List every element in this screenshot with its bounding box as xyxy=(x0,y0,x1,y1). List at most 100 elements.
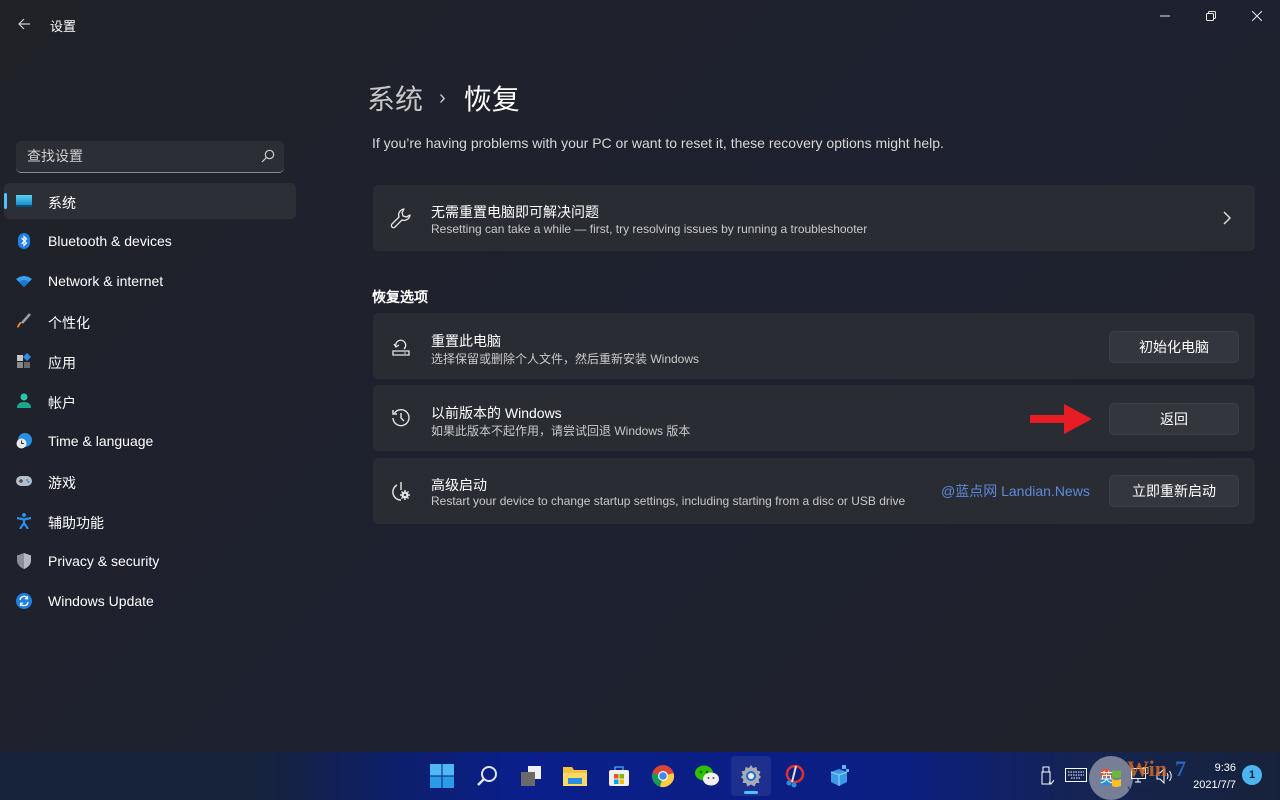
minimize-icon xyxy=(1160,15,1170,17)
bluetooth-icon xyxy=(18,233,30,249)
time-language-icon xyxy=(16,433,32,449)
svg-text:7: 7 xyxy=(1175,756,1186,781)
folder-icon xyxy=(563,767,587,786)
task-view-icon xyxy=(521,766,541,786)
taskbar-microsoft-store[interactable] xyxy=(599,756,639,796)
minimize-button[interactable] xyxy=(1142,0,1188,32)
clock-date: 2021/7/7 xyxy=(1193,779,1236,791)
troubleshoot-card[interactable]: 无需重置电脑即可解决问题 Resetting can take a while … xyxy=(373,185,1255,251)
taskbar-task-view[interactable] xyxy=(511,756,551,796)
sidebar-item-label: Bluetooth & devices xyxy=(48,233,172,249)
sidebar-item-apps[interactable]: 应用 xyxy=(4,343,296,379)
taskbar-chrome[interactable] xyxy=(643,756,683,796)
windows-start-icon xyxy=(430,764,454,788)
card-title: 重置此电脑 xyxy=(431,333,501,349)
taskbar: 英 Win 7 Www.Win7.com 9:36 2021/7/7 xyxy=(0,752,1280,800)
card-subtitle: 如果此版本不起作用，请尝试回退 Windows 版本 xyxy=(431,424,691,438)
wechat-icon xyxy=(695,765,719,786)
breadcrumb-parent[interactable]: 系统 xyxy=(367,78,423,118)
notification-badge[interactable]: 1 xyxy=(1242,765,1262,785)
taskbar-app-package[interactable] xyxy=(819,756,859,796)
sidebar-item-label: 游戏 xyxy=(48,475,76,491)
close-icon xyxy=(1252,11,1262,21)
sidebar-item-label: Privacy & security xyxy=(48,553,160,569)
reset-pc-icon xyxy=(392,339,410,356)
sidebar-item-bluetooth[interactable]: Bluetooth & devices xyxy=(4,223,296,259)
advanced-startup-card: 高级启动 Restart your device to change start… xyxy=(373,458,1255,524)
sidebar-item-label: 应用 xyxy=(48,355,76,371)
search-icon xyxy=(477,766,497,786)
chevron-right-icon xyxy=(1223,211,1231,225)
svg-text:Win: Win xyxy=(1127,756,1167,781)
clock-time: 9:36 xyxy=(1214,762,1236,774)
sidebar-item-accounts[interactable]: 帐户 xyxy=(4,383,296,419)
sidebar-nav: 系统 Bluetooth & devices Network & interne… xyxy=(4,183,296,623)
sidebar-item-network[interactable]: Network & internet xyxy=(4,263,296,299)
breadcrumb-separator: › xyxy=(439,86,446,109)
chrome-icon xyxy=(652,765,675,788)
go-back-button[interactable]: 返回 xyxy=(1109,403,1239,435)
brush-icon xyxy=(17,313,31,328)
apps-icon xyxy=(17,353,31,368)
snipping-tool-icon xyxy=(785,764,805,788)
section-title: 恢复选项 xyxy=(372,289,428,305)
sidebar-item-personalization[interactable]: 个性化 xyxy=(4,303,296,339)
page-title: 恢复 xyxy=(463,84,520,115)
reset-pc-card: 重置此电脑 选择保留或删除个人文件，然后重新安装 Windows 初始化电脑 xyxy=(373,313,1255,379)
title-bar: 设置 xyxy=(0,0,1280,48)
system-icon xyxy=(16,195,32,207)
sidebar-item-system[interactable]: 系统 xyxy=(4,183,296,219)
search-icon[interactable] xyxy=(260,148,276,164)
sidebar-item-label: 个性化 xyxy=(48,315,90,331)
package-icon xyxy=(830,765,849,786)
card-subtitle: 选择保留或删除个人文件，然后重新安装 Windows xyxy=(431,352,700,366)
keyboard-icon[interactable] xyxy=(1065,768,1087,782)
history-icon xyxy=(392,409,410,427)
sidebar-item-label: 帐户 xyxy=(48,395,76,411)
taskbar-start[interactable] xyxy=(422,756,462,796)
card-subtitle: Restart your device to change startup se… xyxy=(431,494,906,508)
restart-now-button[interactable]: 立即重新启动 xyxy=(1109,475,1239,507)
accessibility-icon xyxy=(16,513,32,529)
card-title: 以前版本的 Windows xyxy=(431,405,562,421)
taskbar-settings[interactable] xyxy=(731,756,771,796)
gamepad-icon xyxy=(16,476,32,486)
breadcrumb: 系统 › 恢复 xyxy=(367,78,520,118)
sidebar-item-windows-update[interactable]: Windows Update xyxy=(4,583,296,619)
shield-icon xyxy=(17,553,31,569)
sidebar-item-gaming[interactable]: 游戏 xyxy=(4,463,296,499)
account-icon xyxy=(17,393,31,408)
close-button[interactable] xyxy=(1234,0,1280,32)
update-icon xyxy=(16,593,32,609)
taskbar-search[interactable] xyxy=(467,756,507,796)
sidebar-item-label: 辅助功能 xyxy=(48,515,104,531)
sidebar-item-label: Time & language xyxy=(48,433,154,449)
back-arrow-icon xyxy=(18,18,30,30)
reset-pc-button[interactable]: 初始化电脑 xyxy=(1109,331,1239,363)
wrench-icon xyxy=(390,208,411,229)
taskbar-file-explorer[interactable] xyxy=(555,756,595,796)
page-description: If you’re having problems with your PC o… xyxy=(372,135,944,151)
sidebar-item-accessibility[interactable]: 辅助功能 xyxy=(4,503,296,539)
taskbar-snipping-tool[interactable] xyxy=(775,756,815,796)
back-button[interactable] xyxy=(10,10,38,38)
card-title: 无需重置电脑即可解决问题 xyxy=(431,204,599,220)
watermark-text: @蓝点网 Landian.News xyxy=(941,483,1090,499)
ime-indicator[interactable]: 英 xyxy=(1100,767,1113,786)
usb-eject-icon[interactable] xyxy=(1040,766,1054,786)
sidebar-item-label: Network & internet xyxy=(48,273,164,289)
app-title: 设置 xyxy=(50,19,77,34)
sidebar-item-privacy[interactable]: Privacy & security xyxy=(4,543,296,579)
search-box[interactable] xyxy=(16,141,284,173)
search-input[interactable] xyxy=(16,141,246,171)
wifi-icon xyxy=(16,276,32,287)
clock[interactable]: 9:36 2021/7/7 xyxy=(1186,760,1236,794)
sidebar-item-label: 系统 xyxy=(48,195,76,211)
card-title: 高级启动 xyxy=(431,477,487,493)
restore-icon xyxy=(1206,11,1216,21)
taskbar-wechat[interactable] xyxy=(687,756,727,796)
card-subtitle: Resetting can take a while — first, try … xyxy=(431,222,868,236)
maximize-button[interactable] xyxy=(1188,0,1234,32)
sidebar-item-time-language[interactable]: Time & language xyxy=(4,423,296,459)
advanced-startup-icon xyxy=(392,482,410,501)
